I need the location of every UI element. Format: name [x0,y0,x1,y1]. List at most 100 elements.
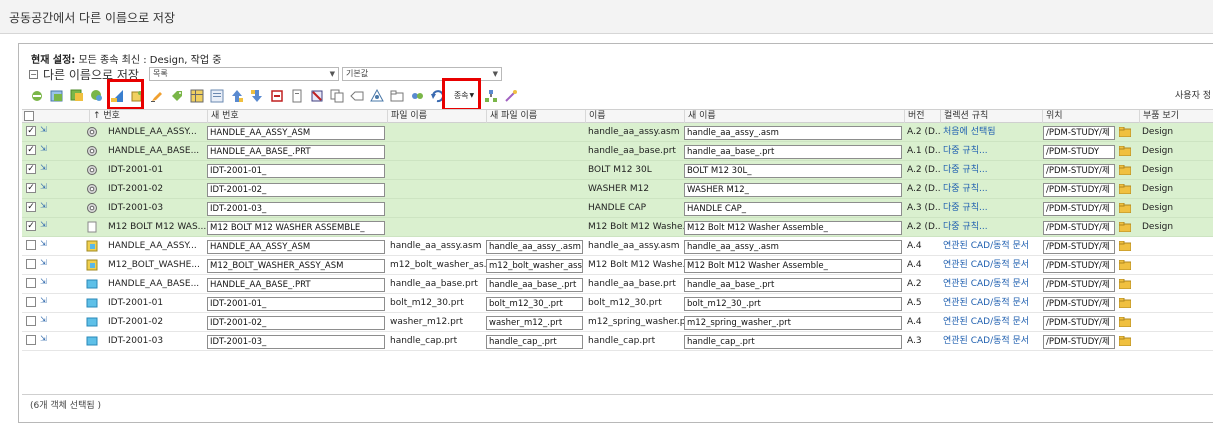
table-row[interactable]: ⇲ HANDLE_AA_ASSY... HANDLE_AA_ASSY_ASM hand… [22,237,1213,256]
col-part-view[interactable]: 부품 보기 [1139,110,1213,123]
new-number-input[interactable]: M12 BOLT M12 WASHER ASSEMBLE_ [207,221,385,235]
document-icon[interactable] [289,88,305,104]
location-input[interactable]: /PDM-STUDY/제 [1043,316,1115,330]
table-row[interactable]: ✓ ⇲ IDT-2001-02 IDT-2001-02_ WASHER M12 WASHE… [22,180,1213,199]
row-checkbox[interactable] [26,278,36,288]
folder-icon[interactable] [1118,316,1132,328]
new-number-input[interactable]: IDT-2001-01_ [207,164,385,178]
new-name-input[interactable]: WASHER M12_ [684,183,902,197]
table-row[interactable]: ⇲ IDT-2001-03 IDT-2001-03_ handle_cap.prt ha… [22,332,1213,351]
structure-icon[interactable] [369,88,385,104]
new-number-input[interactable]: HANDLE_AA_ASSY_ASM [207,240,385,254]
table-row[interactable]: ⇲ IDT-2001-01 IDT-2001-01_ bolt_m12_30.prt b… [22,294,1213,313]
new-number-input[interactable]: HANDLE_AA_BASE_.PRT [207,278,385,292]
pin-icon[interactable]: ⇲ [40,144,50,155]
select-all-checkbox[interactable] [22,110,38,123]
col-file-name[interactable]: 파일 이름 [387,110,486,123]
new-number-input[interactable]: IDT-2001-03_ [207,335,385,349]
folder-icon[interactable] [1118,240,1132,252]
new-number-input[interactable]: IDT-2001-01_ [207,297,385,311]
row-checkbox[interactable] [26,316,36,326]
row-checkbox[interactable] [26,259,36,269]
table-row[interactable]: ✓ ⇲ HANDLE_AA_BASE... HANDLE_AA_BASE_.PRT ha… [22,142,1213,161]
pin-icon[interactable]: ⇲ [40,296,50,307]
new-number-input[interactable]: HANDLE_AA_BASE_.PRT [207,145,385,159]
folder-icon[interactable] [1118,126,1132,138]
new-name-input[interactable]: handle_cap_.prt [684,335,902,349]
tag-label-icon[interactable] [349,88,365,104]
remove-icon[interactable] [269,88,285,104]
location-input[interactable]: /PDM-STUDY/제 [1043,221,1115,235]
edit-icon[interactable] [149,88,165,104]
collect-all-icon[interactable] [69,88,85,104]
new-name-input[interactable]: handle_aa_assy_.asm [684,240,902,254]
collection-rule-link[interactable]: 연관된 CAD/동적 문서 [940,275,1042,294]
user-view-label[interactable]: 사용자 정 [1175,88,1211,101]
link-icon[interactable] [409,88,425,104]
folder-icon[interactable] [1118,278,1132,290]
col-new-number[interactable]: 새 번호 [207,110,387,123]
collapse-icon[interactable]: − [29,69,38,79]
collection-rule-link[interactable]: 다중 규칙... [940,218,1042,237]
new-number-input[interactable]: M12_BOLT_WASHER_ASSY_ASM [207,259,385,273]
row-checkbox[interactable]: ✓ [26,202,36,212]
col-version[interactable]: 버전 [904,110,940,123]
new-number-input[interactable]: HANDLE_AA_ASSY_ASM [207,126,385,140]
location-input[interactable]: /PDM-STUDY/제 [1043,202,1115,216]
exclude-icon[interactable] [309,88,325,104]
new-name-input[interactable]: HANDLE CAP_ [684,202,902,216]
grid-icon[interactable] [189,88,205,104]
pin-icon[interactable]: ⇲ [40,163,50,174]
new-name-input[interactable]: m12_spring_washer_.prt [684,316,902,330]
collection-rule-link[interactable]: 다중 규칙... [940,180,1042,199]
row-checkbox[interactable]: ✓ [26,221,36,231]
pin-icon[interactable]: ⇲ [40,220,50,231]
collection-rule-link[interactable]: 연관된 CAD/동적 문서 [940,313,1042,332]
collection-rule-link[interactable]: 다중 규칙... [940,199,1042,218]
row-checkbox[interactable] [26,335,36,345]
location-input[interactable]: /PDM-STUDY/제 [1043,240,1115,254]
add-object-icon[interactable] [29,88,45,104]
row-checkbox[interactable]: ✓ [26,145,36,155]
pin-icon[interactable]: ⇲ [40,201,50,212]
new-name-input[interactable]: handle_aa_base_.prt [684,278,902,292]
col-collection-rule[interactable]: 컬렉션 규칙 [940,110,1042,123]
pin-icon[interactable]: ⇲ [40,334,50,345]
folder-icon[interactable] [1118,164,1132,176]
new-number-input[interactable]: IDT-2001-03_ [207,202,385,216]
pin-icon[interactable]: ⇲ [40,277,50,288]
collection-rule-link[interactable]: 연관된 CAD/동적 문서 [940,294,1042,313]
location-input[interactable]: /PDM-STUDY/제 [1043,164,1115,178]
collection-rule-link[interactable]: 연관된 CAD/동적 문서 [940,256,1042,275]
folder-icon[interactable] [1118,221,1132,233]
pin-icon[interactable]: ⇲ [40,315,50,326]
new-number-input[interactable]: IDT-2001-02_ [207,316,385,330]
location-input[interactable]: /PDM-STUDY/제 [1043,335,1115,349]
folder-icon[interactable] [1118,202,1132,214]
new-file-name-input[interactable]: bolt_m12_30_.prt [486,297,583,311]
move-up-icon[interactable] [229,88,245,104]
new-file-name-input[interactable]: handle_aa_assy_.asm [486,240,583,254]
pin-icon[interactable]: ⇲ [40,258,50,269]
col-name[interactable]: 이름 [585,110,684,123]
row-checkbox[interactable] [26,240,36,250]
folder-icon[interactable] [1118,183,1132,195]
table-row[interactable]: ⇲ M12_BOLT_WASHE... M12_BOLT_WASHER_ASSY_A… [22,256,1213,275]
folder-icon[interactable] [1118,145,1132,157]
new-number-input[interactable]: IDT-2001-02_ [207,183,385,197]
row-checkbox[interactable]: ✓ [26,126,36,136]
table-row[interactable]: ✓ ⇲ IDT-2001-03 IDT-2001-03_ HANDLE CAP HANDL… [22,199,1213,218]
copy-icon[interactable] [329,88,345,104]
location-input[interactable]: /PDM-STUDY/제 [1043,259,1115,273]
table-row[interactable]: ✓ ⇲ HANDLE_AA_ASSY... HANDLE_AA_ASSY_ASM han… [22,123,1213,142]
move-down-icon[interactable] [249,88,265,104]
tree-icon[interactable] [483,88,499,104]
collection-rule-link[interactable]: 다중 규칙... [940,161,1042,180]
collection-rule-link[interactable]: 다중 규칙... [940,142,1042,161]
collect-icon[interactable] [49,88,65,104]
collection-rule-link[interactable]: 연관된 CAD/동적 문서 [940,332,1042,351]
new-file-name-input[interactable]: washer_m12_.prt [486,316,583,330]
table-row[interactable]: ⇲ IDT-2001-02 IDT-2001-02_ washer_m12.prt wa… [22,313,1213,332]
new-name-input[interactable]: handle_aa_base_.prt [684,145,902,159]
new-name-input[interactable]: BOLT M12 30L_ [684,164,902,178]
